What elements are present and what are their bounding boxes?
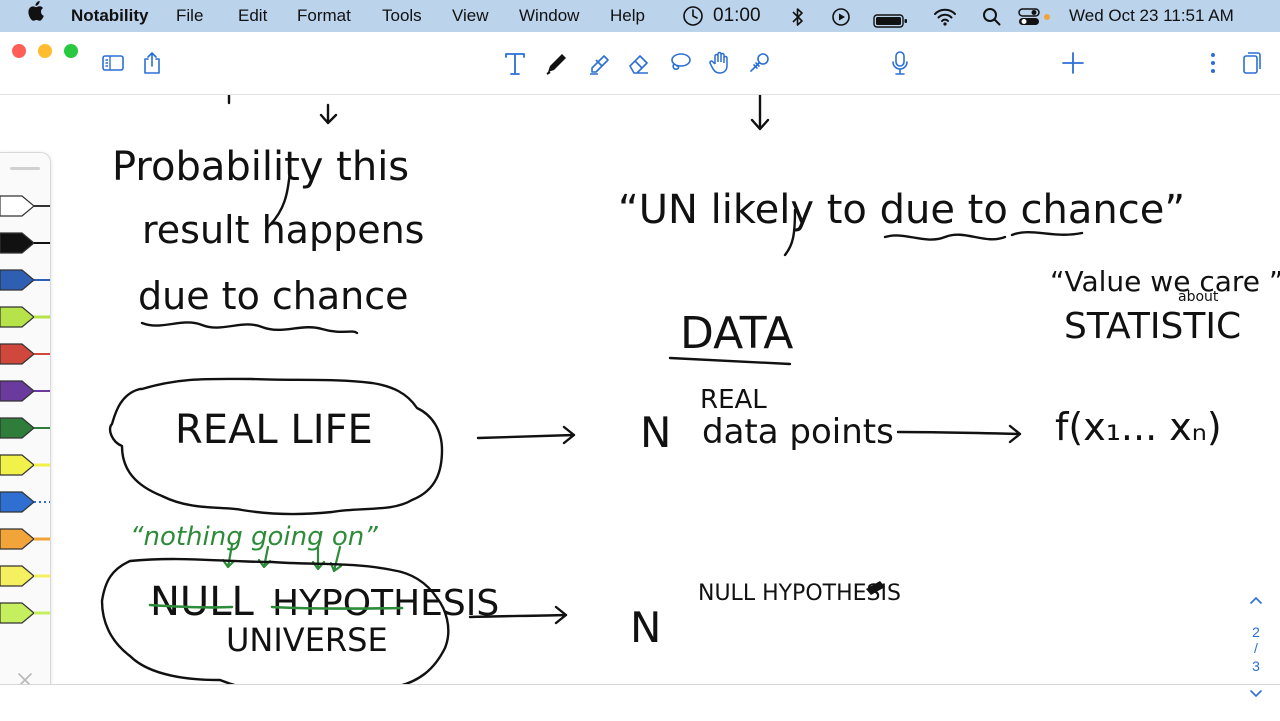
timer-readout[interactable]: 01:00 (713, 0, 761, 32)
laser-pointer-icon[interactable] (745, 48, 775, 78)
data-points-text: data points (702, 412, 894, 452)
bottom-bar (0, 684, 1280, 721)
squiggle-underline-right (883, 233, 1007, 241)
app-name-menu[interactable]: Notability (71, 0, 148, 32)
real-small-text: REAL (700, 385, 767, 415)
pages-icon[interactable] (1237, 48, 1267, 78)
notability-window: Probability this result happens due to c… (0, 32, 1280, 721)
menu-edit[interactable]: Edit (238, 0, 267, 32)
statistic-text: STATISTIC (1064, 306, 1241, 347)
n-label-2: N (630, 603, 661, 652)
outline-pen-swatch[interactable] (0, 193, 50, 219)
universe-text: UNIVERSE (226, 621, 388, 659)
palette-drag-handle[interactable] (10, 167, 40, 170)
total-pages: 3 (1252, 658, 1260, 674)
current-page: 2 (1252, 624, 1260, 640)
data-heading: DATA (680, 308, 793, 359)
handwriting-layer: Probability this result happens due to c… (100, 95, 1280, 685)
function-text: f(x₁... xₙ) (1055, 405, 1222, 449)
apple-menu-icon[interactable] (26, 0, 44, 32)
toolbar (0, 32, 1280, 95)
arrow-reallife-to-data (476, 425, 576, 445)
blue-dotted-pen-swatch[interactable] (0, 489, 50, 515)
unlikely-text: “UN likely to due to chance” (618, 187, 1185, 233)
menu-format[interactable]: Format (297, 0, 351, 32)
probability-text-line1: Probability this (112, 144, 409, 190)
timer-icon[interactable] (682, 5, 704, 27)
lime-highlighter-swatch[interactable] (0, 304, 50, 330)
next-page-icon[interactable] (1240, 686, 1272, 708)
control-center-icon[interactable] (1018, 6, 1054, 26)
purple-pen-swatch[interactable] (0, 378, 50, 404)
value-we-care-text: “Value we care ” (1050, 265, 1280, 298)
about-text: about (1178, 289, 1219, 305)
orange-highlighter-swatch[interactable] (0, 526, 50, 552)
menu-help[interactable]: Help (610, 0, 645, 32)
more-options-icon[interactable] (1198, 48, 1228, 78)
down-arrow-right (750, 95, 770, 131)
minimize-window-button[interactable] (38, 44, 52, 58)
menu-window[interactable]: Window (519, 0, 579, 32)
page-navigator: 2 / 3 (1240, 592, 1272, 716)
menu-file[interactable]: File (176, 0, 203, 32)
menu-view[interactable]: View (452, 0, 489, 32)
menu-tools[interactable]: Tools (382, 0, 422, 32)
hypothesis-word: HYPOTHESIS (272, 583, 499, 624)
blue-pen-swatch[interactable] (0, 267, 50, 293)
due-to-chance-text: due to chance (138, 274, 409, 318)
eraser-tool-icon[interactable] (624, 48, 654, 78)
bluetooth-icon[interactable] (790, 6, 806, 26)
yellow-highlighter-swatch[interactable] (0, 452, 50, 478)
wifi-icon[interactable] (933, 6, 957, 26)
null-word: NULL (150, 579, 254, 625)
green-pen-swatch[interactable] (0, 415, 50, 441)
lasso-tool-icon[interactable] (665, 48, 695, 78)
sidebar-toggle-icon[interactable] (98, 48, 128, 78)
menubar-datetime[interactable]: Wed Oct 23 11:51 AM (1069, 0, 1234, 32)
pen-palette (0, 152, 51, 701)
text-tool-icon[interactable] (500, 48, 530, 78)
search-icon[interactable] (982, 6, 1002, 26)
highlighter-tool-icon[interactable] (584, 48, 614, 78)
battery-icon[interactable] (873, 8, 909, 28)
pen-tool-icon[interactable] (542, 48, 572, 78)
yellow-highlighter-2-swatch[interactable] (0, 563, 50, 589)
play-icon[interactable] (831, 6, 851, 26)
arrow-data-to-function (896, 424, 1022, 444)
squiggle-underline-left (140, 321, 359, 335)
hand-tool-icon[interactable] (705, 48, 735, 78)
n-label-1: N (640, 408, 671, 457)
red-pen-swatch[interactable] (0, 341, 50, 367)
previous-page-icon[interactable] (1240, 592, 1272, 614)
real-life-text: REAL LIFE (175, 407, 373, 453)
nothing-going-on-text: “nothing going on” (130, 522, 378, 552)
add-icon[interactable] (1058, 48, 1088, 78)
note-canvas[interactable]: Probability this result happens due to c… (0, 95, 1280, 685)
lime-highlighter-2-swatch[interactable] (0, 600, 50, 626)
black-pen-swatch[interactable] (0, 230, 50, 256)
share-icon[interactable] (137, 48, 167, 78)
microphone-icon[interactable] (885, 48, 915, 78)
page-separator: / (1254, 640, 1258, 656)
zoom-window-button[interactable] (64, 44, 78, 58)
probability-text-line2: result happens (142, 208, 424, 252)
close-window-button[interactable] (12, 44, 26, 58)
menu-bar: Notability File Edit Format Tools View W… (0, 0, 1280, 32)
down-arrow-left (227, 95, 338, 125)
